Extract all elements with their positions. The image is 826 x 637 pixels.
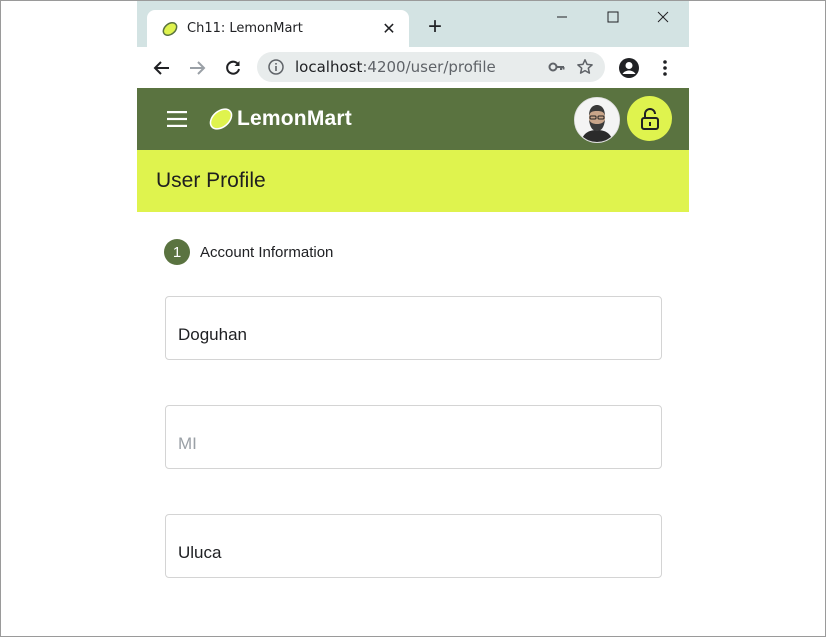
close-icon[interactable]: ✕ [377, 19, 401, 39]
minimize-icon[interactable] [547, 6, 577, 28]
last-name-input[interactable] [178, 542, 648, 564]
step-number: 1 [164, 239, 190, 265]
url-host: localhost [295, 58, 363, 76]
url-path: :4200/user/profile [362, 58, 496, 76]
back-icon[interactable] [149, 55, 175, 81]
browser-toolbar: localhost:4200/user/profile [137, 47, 689, 89]
browser-window: Ch11: LemonMart ✕ + localhost:4200/user/… [137, 0, 689, 637]
first-name-input[interactable] [178, 324, 648, 346]
url-text: localhost:4200/user/profile [295, 58, 543, 76]
forward-icon[interactable] [184, 55, 210, 81]
plus-icon[interactable]: + [423, 15, 447, 40]
stepper-step[interactable]: 1 Account Information [164, 239, 333, 265]
app-toolbar: LemonMart [137, 88, 689, 150]
kebab-icon[interactable] [652, 55, 678, 81]
address-bar[interactable]: localhost:4200/user/profile [257, 52, 605, 82]
key-icon[interactable] [543, 53, 571, 81]
middle-initial-field[interactable] [165, 405, 662, 469]
step-label: Account Information [200, 243, 334, 261]
browser-tab[interactable]: Ch11: LemonMart ✕ [147, 10, 409, 47]
info-icon[interactable] [267, 58, 285, 76]
lemon-logo-icon [207, 105, 235, 133]
brand-link[interactable]: LemonMart [207, 104, 352, 134]
lemon-favicon-icon [161, 20, 179, 38]
avatar[interactable] [574, 97, 620, 143]
star-icon[interactable] [571, 53, 599, 81]
page-header: User Profile [137, 150, 689, 212]
tab-title: Ch11: LemonMart [187, 21, 303, 36]
reload-icon[interactable] [220, 55, 246, 81]
window-close-icon[interactable] [648, 6, 678, 28]
brand-name: LemonMart [237, 107, 352, 130]
page-title: User Profile [156, 169, 266, 192]
account-icon[interactable] [616, 55, 642, 81]
first-name-field[interactable] [165, 296, 662, 360]
hamburger-icon[interactable] [165, 109, 189, 129]
last-name-field[interactable] [165, 514, 662, 578]
maximize-icon[interactable] [598, 6, 628, 28]
lock-open-icon[interactable] [627, 96, 672, 141]
middle-initial-input[interactable] [178, 433, 648, 455]
tab-strip: Ch11: LemonMart ✕ + [137, 0, 689, 47]
